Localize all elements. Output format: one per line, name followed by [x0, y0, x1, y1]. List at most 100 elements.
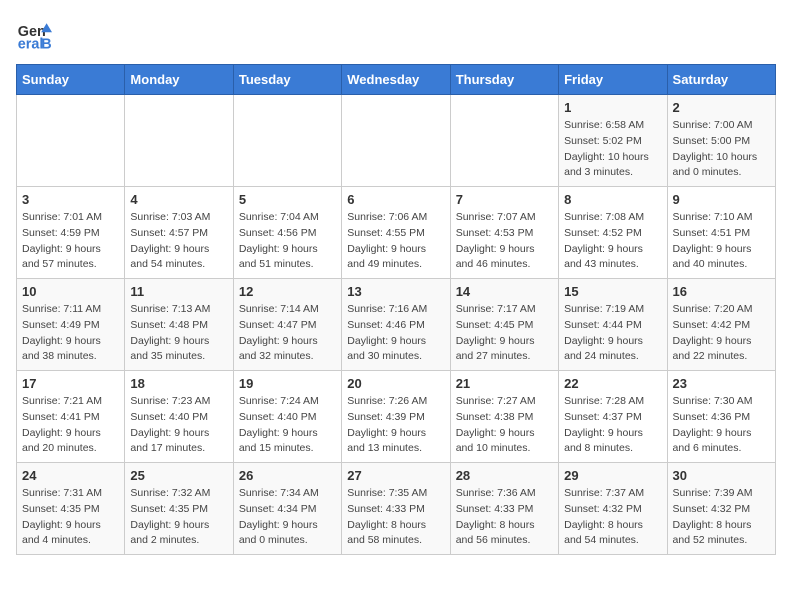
- day-detail: Sunrise: 7:24 AMSunset: 4:40 PMDaylight:…: [239, 394, 336, 457]
- day-detail: Sunrise: 7:19 AMSunset: 4:44 PMDaylight:…: [564, 302, 661, 365]
- day-detail: Sunrise: 7:01 AMSunset: 4:59 PMDaylight:…: [22, 210, 119, 273]
- calendar-day-cell: 26 Sunrise: 7:34 AMSunset: 4:34 PMDayligh…: [233, 463, 341, 555]
- calendar-day-cell: 23 Sunrise: 7:30 AMSunset: 4:36 PMDayligh…: [667, 371, 775, 463]
- calendar-day-cell: 8Sunrise: 7:08 AMSunset: 4:52 PMDaylight…: [559, 187, 667, 279]
- day-number: 9: [673, 192, 770, 207]
- day-number: 5: [239, 192, 336, 207]
- day-detail: Sunrise: 7:39 AMSunset: 4:32 PMDaylight:…: [673, 486, 770, 549]
- day-number: 6: [347, 192, 444, 207]
- calendar-day-cell: 19 Sunrise: 7:24 AMSunset: 4:40 PMDayligh…: [233, 371, 341, 463]
- day-detail: Sunrise: 7:11 AMSunset: 4:49 PMDaylight:…: [22, 302, 119, 365]
- logo: Gen eral Blue: [16, 16, 56, 52]
- calendar-day-cell: 29 Sunrise: 7:37 AMSunset: 4:32 PMDayligh…: [559, 463, 667, 555]
- calendar-day-cell: 20Sunrise: 7:26 AMSunset: 4:39 PMDayligh…: [342, 371, 450, 463]
- day-detail: Sunrise: 7:14 AMSunset: 4:47 PMDaylight:…: [239, 302, 336, 365]
- weekday-row: SundayMondayTuesdayWednesdayThursdayFrid…: [17, 65, 776, 95]
- calendar-day-cell: 10 Sunrise: 7:11 AMSunset: 4:49 PMDayligh…: [17, 279, 125, 371]
- day-number: 2: [673, 100, 770, 115]
- day-number: 29: [564, 468, 661, 483]
- day-detail: Sunrise: 7:16 AMSunset: 4:46 PMDaylight:…: [347, 302, 444, 365]
- calendar-day-cell: 9Sunrise: 7:10 AMSunset: 4:51 PMDaylight…: [667, 187, 775, 279]
- weekday-header: Tuesday: [233, 65, 341, 95]
- calendar-week-row: 24 Sunrise: 7:31 AMSunset: 4:35 PMDayligh…: [17, 463, 776, 555]
- day-number: 30: [673, 468, 770, 483]
- calendar-day-cell: 6 Sunrise: 7:06 AMSunset: 4:55 PMDaylight…: [342, 187, 450, 279]
- day-detail: Sunrise: 7:06 AMSunset: 4:55 PMDaylight:…: [347, 210, 444, 273]
- weekday-header: Thursday: [450, 65, 558, 95]
- calendar-day-cell: 22 Sunrise: 7:28 AMSunset: 4:37 PMDayligh…: [559, 371, 667, 463]
- calendar-week-row: 17 Sunrise: 7:21 AMSunset: 4:41 PMDayligh…: [17, 371, 776, 463]
- calendar-header: SundayMondayTuesdayWednesdayThursdayFrid…: [17, 65, 776, 95]
- day-number: 18: [130, 376, 227, 391]
- weekday-header: Sunday: [17, 65, 125, 95]
- calendar-day-cell: 1Sunrise: 6:58 AMSunset: 5:02 PMDaylight…: [559, 95, 667, 187]
- day-detail: Sunrise: 7:17 AMSunset: 4:45 PMDaylight:…: [456, 302, 553, 365]
- day-detail: Sunrise: 7:04 AMSunset: 4:56 PMDaylight:…: [239, 210, 336, 273]
- weekday-header: Wednesday: [342, 65, 450, 95]
- day-detail: Sunrise: 7:21 AMSunset: 4:41 PMDaylight:…: [22, 394, 119, 457]
- weekday-header: Friday: [559, 65, 667, 95]
- calendar-week-row: 3Sunrise: 7:01 AMSunset: 4:59 PMDaylight…: [17, 187, 776, 279]
- day-number: 26: [239, 468, 336, 483]
- calendar-day-cell: 17 Sunrise: 7:21 AMSunset: 4:41 PMDayligh…: [17, 371, 125, 463]
- logo-icon: Gen eral Blue: [16, 16, 52, 52]
- calendar-day-cell: [233, 95, 341, 187]
- day-detail: Sunrise: 7:23 AMSunset: 4:40 PMDaylight:…: [130, 394, 227, 457]
- calendar-table: SundayMondayTuesdayWednesdayThursdayFrid…: [16, 64, 776, 555]
- calendar-day-cell: [125, 95, 233, 187]
- calendar-day-cell: 12 Sunrise: 7:14 AMSunset: 4:47 PMDayligh…: [233, 279, 341, 371]
- day-detail: Sunrise: 7:30 AMSunset: 4:36 PMDaylight:…: [673, 394, 770, 457]
- calendar-week-row: 10 Sunrise: 7:11 AMSunset: 4:49 PMDayligh…: [17, 279, 776, 371]
- day-number: 19: [239, 376, 336, 391]
- day-number: 11: [130, 284, 227, 299]
- calendar-week-row: 1Sunrise: 6:58 AMSunset: 5:02 PMDaylight…: [17, 95, 776, 187]
- day-detail: Sunrise: 7:07 AMSunset: 4:53 PMDaylight:…: [456, 210, 553, 273]
- day-detail: Sunrise: 7:36 AMSunset: 4:33 PMDaylight:…: [456, 486, 553, 549]
- calendar-body: 1Sunrise: 6:58 AMSunset: 5:02 PMDaylight…: [17, 95, 776, 555]
- day-number: 7: [456, 192, 553, 207]
- calendar-day-cell: 3Sunrise: 7:01 AMSunset: 4:59 PMDaylight…: [17, 187, 125, 279]
- calendar-day-cell: [450, 95, 558, 187]
- calendar-day-cell: [17, 95, 125, 187]
- day-number: 25: [130, 468, 227, 483]
- weekday-header: Monday: [125, 65, 233, 95]
- svg-text:Blue: Blue: [41, 36, 52, 52]
- day-number: 4: [130, 192, 227, 207]
- day-number: 12: [239, 284, 336, 299]
- calendar-day-cell: 4Sunrise: 7:03 AMSunset: 4:57 PMDaylight…: [125, 187, 233, 279]
- day-number: 23: [673, 376, 770, 391]
- page-header: Gen eral Blue: [16, 16, 776, 52]
- day-detail: Sunrise: 7:28 AMSunset: 4:37 PMDaylight:…: [564, 394, 661, 457]
- day-number: 1: [564, 100, 661, 115]
- day-number: 22: [564, 376, 661, 391]
- day-number: 16: [673, 284, 770, 299]
- calendar-day-cell: 18 Sunrise: 7:23 AMSunset: 4:40 PMDayligh…: [125, 371, 233, 463]
- day-number: 21: [456, 376, 553, 391]
- calendar-day-cell: 27Sunrise: 7:35 AMSunset: 4:33 PMDayligh…: [342, 463, 450, 555]
- calendar-day-cell: 7 Sunrise: 7:07 AMSunset: 4:53 PMDaylight…: [450, 187, 558, 279]
- day-detail: Sunrise: 7:27 AMSunset: 4:38 PMDaylight:…: [456, 394, 553, 457]
- day-detail: Sunrise: 7:32 AMSunset: 4:35 PMDaylight:…: [130, 486, 227, 549]
- day-number: 24: [22, 468, 119, 483]
- day-detail: Sunrise: 7:31 AMSunset: 4:35 PMDaylight:…: [22, 486, 119, 549]
- calendar-day-cell: 11Sunrise: 7:13 AMSunset: 4:48 PMDayligh…: [125, 279, 233, 371]
- calendar-day-cell: 24 Sunrise: 7:31 AMSunset: 4:35 PMDayligh…: [17, 463, 125, 555]
- calendar-day-cell: 14 Sunrise: 7:17 AMSunset: 4:45 PMDayligh…: [450, 279, 558, 371]
- calendar-day-cell: [342, 95, 450, 187]
- day-number: 10: [22, 284, 119, 299]
- svg-text:eral: eral: [18, 36, 44, 52]
- calendar-day-cell: 13Sunrise: 7:16 AMSunset: 4:46 PMDayligh…: [342, 279, 450, 371]
- calendar-day-cell: 15Sunrise: 7:19 AMSunset: 4:44 PMDayligh…: [559, 279, 667, 371]
- day-number: 17: [22, 376, 119, 391]
- calendar-day-cell: 30 Sunrise: 7:39 AMSunset: 4:32 PMDayligh…: [667, 463, 775, 555]
- day-detail: Sunrise: 7:34 AMSunset: 4:34 PMDaylight:…: [239, 486, 336, 549]
- day-number: 28: [456, 468, 553, 483]
- day-detail: Sunrise: 7:35 AMSunset: 4:33 PMDaylight:…: [347, 486, 444, 549]
- day-detail: Sunrise: 7:08 AMSunset: 4:52 PMDaylight:…: [564, 210, 661, 273]
- day-number: 14: [456, 284, 553, 299]
- day-number: 20: [347, 376, 444, 391]
- day-detail: Sunrise: 7:37 AMSunset: 4:32 PMDaylight:…: [564, 486, 661, 549]
- day-detail: Sunrise: 7:20 AMSunset: 4:42 PMDaylight:…: [673, 302, 770, 365]
- calendar-day-cell: 25 Sunrise: 7:32 AMSunset: 4:35 PMDayligh…: [125, 463, 233, 555]
- calendar-day-cell: 28 Sunrise: 7:36 AMSunset: 4:33 PMDayligh…: [450, 463, 558, 555]
